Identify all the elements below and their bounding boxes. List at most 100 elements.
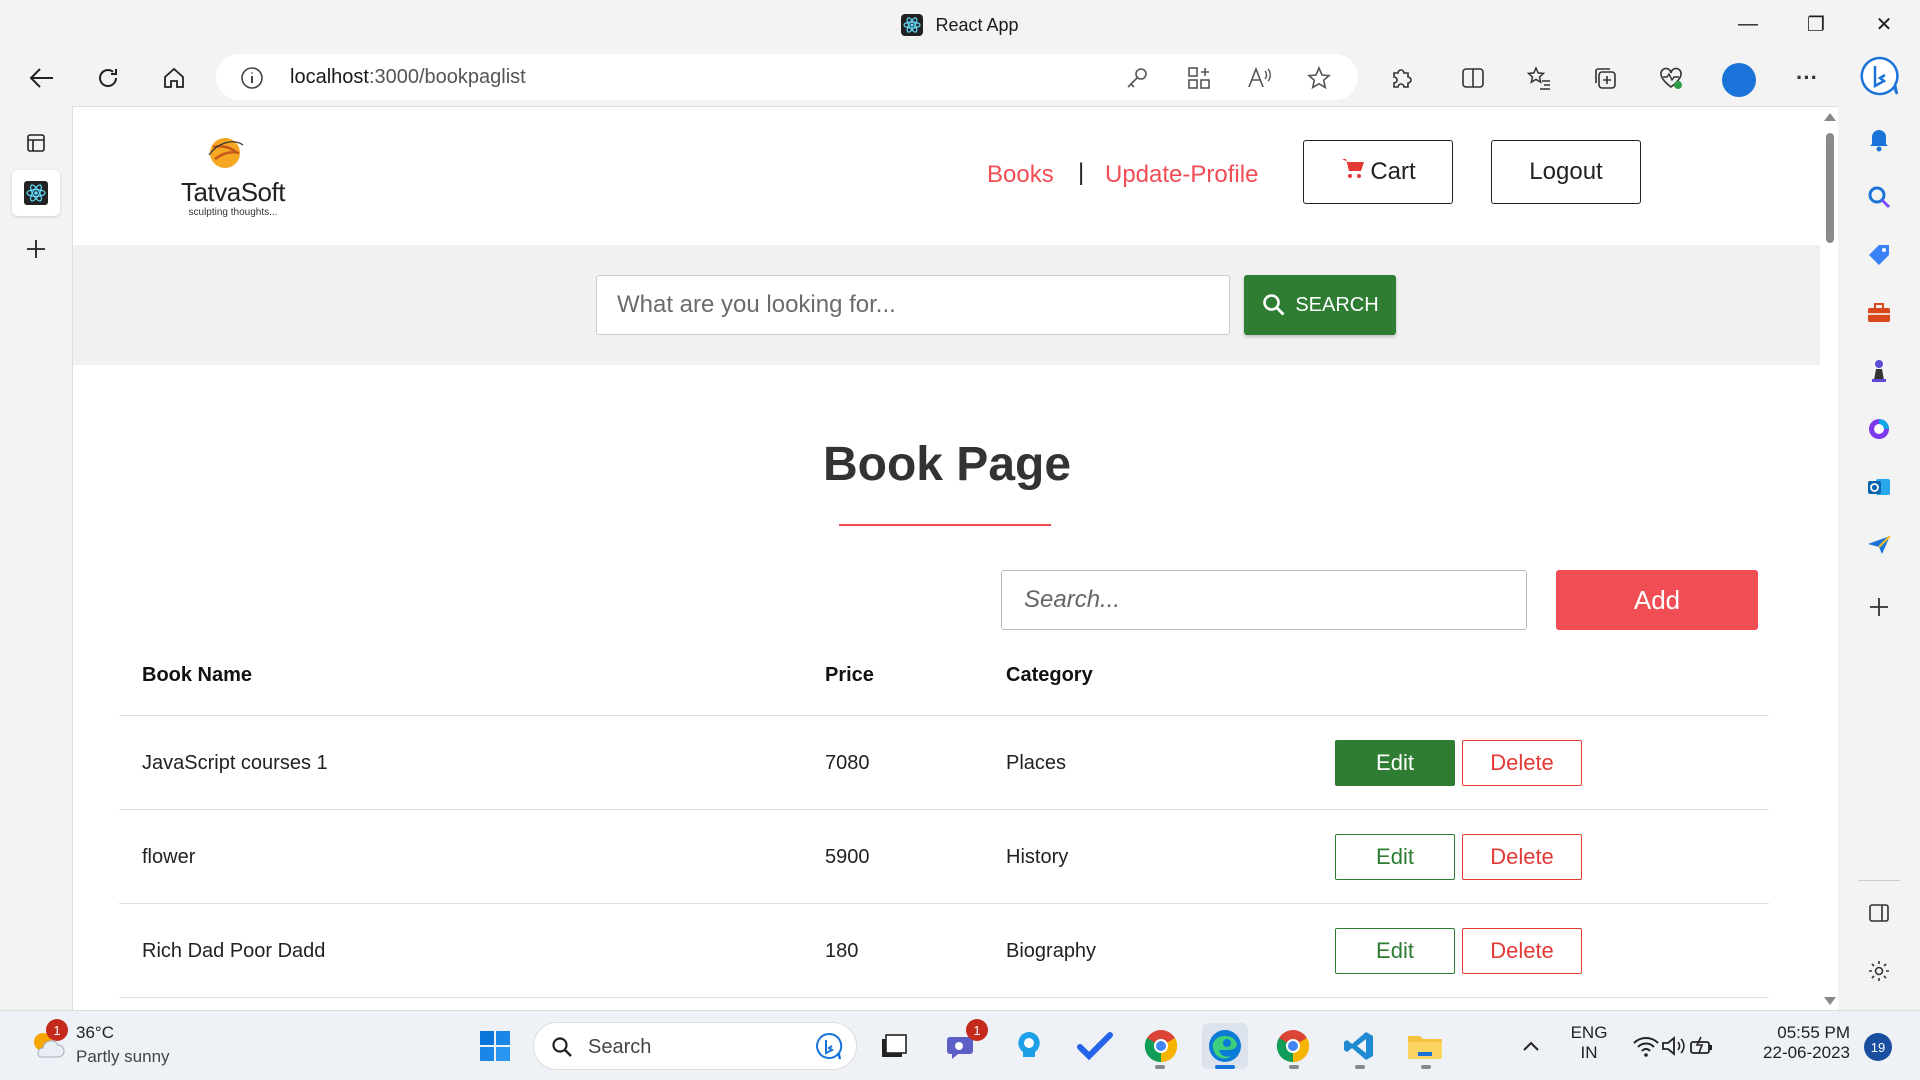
new-tab-button[interactable] (12, 226, 60, 272)
favorites-button[interactable] (1522, 60, 1556, 96)
edit-button[interactable]: Edit (1335, 834, 1455, 880)
weather-description[interactable]: Partly sunny (76, 1047, 170, 1067)
nav-link-books[interactable]: Books (987, 161, 1054, 189)
start-button[interactable] (472, 1023, 518, 1069)
task-view-button[interactable] (870, 1023, 916, 1069)
chess-piece-icon (1872, 360, 1886, 382)
logout-button[interactable]: Logout (1491, 140, 1641, 204)
password-key-icon[interactable] (1124, 65, 1150, 91)
scroll-up-arrow-icon[interactable] (1824, 113, 1836, 121)
taskbar-search[interactable]: Search (533, 1022, 857, 1070)
window-title-text: React App (935, 15, 1019, 35)
settings-more-button[interactable]: ··· (1790, 60, 1824, 96)
show-hidden-icons-button[interactable] (1508, 1023, 1554, 1069)
refresh-button[interactable] (88, 60, 128, 96)
page-scrollbar[interactable] (1820, 107, 1838, 1010)
teams-chat-button[interactable]: 1 (940, 1019, 988, 1069)
customize-sidebar-button[interactable] (1864, 956, 1894, 986)
favorites-list-icon (1526, 66, 1550, 90)
browser-essentials-button[interactable] (1654, 60, 1688, 96)
delete-button[interactable]: Delete (1462, 928, 1582, 974)
taskbar-app-tips[interactable] (1006, 1023, 1052, 1069)
add-sidebar-app-button[interactable] (1864, 592, 1894, 622)
react-logo-icon (24, 181, 48, 205)
taskbar-app-edge[interactable] (1202, 1023, 1248, 1069)
tab-actions-button[interactable] (12, 120, 60, 166)
address-bar[interactable]: localhost:3000/bookpaglist (216, 54, 1358, 100)
volume-icon (1662, 1036, 1685, 1056)
home-button[interactable] (154, 60, 194, 96)
microsoft-365-button[interactable] (1864, 414, 1894, 444)
outlook-button[interactable] (1864, 472, 1894, 502)
book-search-input[interactable]: What are you looking for... (596, 275, 1230, 335)
copilot-button[interactable] (1858, 54, 1902, 100)
minimize-button[interactable]: — (1718, 8, 1778, 40)
nav-link-update-profile[interactable]: Update-Profile (1105, 161, 1258, 189)
shopping-button[interactable] (1864, 240, 1894, 270)
delete-button[interactable]: Delete (1462, 834, 1582, 880)
profile-avatar[interactable] (1722, 63, 1756, 97)
search-button[interactable]: SEARCH (1244, 275, 1396, 335)
url-text[interactable]: localhost:3000/bookpaglist (290, 66, 526, 89)
gear-icon (1869, 961, 1889, 981)
app-available-icon[interactable] (1186, 65, 1212, 91)
tatvasoft-logo[interactable]: TatvaSoft sculpting thoughts... (163, 133, 303, 223)
language-code: ENG (1570, 1023, 1608, 1042)
taskbar-app-todo[interactable] (1072, 1023, 1118, 1069)
window-title: React App (0, 14, 1920, 36)
favorite-star-icon[interactable] (1306, 65, 1332, 91)
notifications-button[interactable] (1864, 124, 1894, 154)
taskbar-search-label: Search (588, 1036, 652, 1058)
games-button[interactable] (1864, 356, 1894, 386)
home-icon (164, 67, 184, 88)
taskbar-app-file-explorer[interactable] (1402, 1023, 1448, 1069)
taskbar-app-chrome-2[interactable] (1270, 1023, 1316, 1069)
nav-separator: | (1078, 159, 1085, 186)
close-window-button[interactable]: ✕ (1854, 8, 1914, 40)
collections-button[interactable] (1588, 60, 1622, 96)
logo-globe-icon (208, 138, 244, 168)
maximize-button[interactable]: ❐ (1786, 8, 1846, 40)
hide-sidebar-button[interactable] (1864, 898, 1894, 928)
delete-button[interactable]: Delete (1462, 740, 1582, 786)
edit-button[interactable]: Edit (1335, 928, 1455, 974)
window-title-bar: React App — ❐ ✕ (0, 0, 1920, 50)
cart-button[interactable]: Cart (1303, 140, 1453, 204)
table-divider (119, 903, 1769, 904)
column-header-category: Category (1006, 664, 1093, 686)
back-arrow-icon (29, 68, 53, 88)
language-indicator[interactable]: ENG IN (1564, 1023, 1614, 1063)
taskbar-app-vscode[interactable] (1336, 1023, 1382, 1069)
windows-taskbar: 1 36°C Partly sunny Search 1 ENG IN 05:5… (0, 1010, 1920, 1080)
taskbar-app-chrome[interactable] (1138, 1023, 1184, 1069)
table-cell-category: Biography (1006, 940, 1097, 962)
tools-button[interactable] (1864, 298, 1894, 328)
maximize-icon: ❐ (1807, 13, 1825, 36)
chrome-icon (1276, 1030, 1310, 1063)
site-info-icon[interactable] (240, 66, 264, 90)
tab-react-app[interactable] (12, 170, 60, 216)
edit-button[interactable]: Edit (1335, 740, 1455, 786)
edge-sidebar (1838, 106, 1920, 1010)
add-book-button[interactable]: Add (1556, 570, 1758, 630)
scrollbar-thumb[interactable] (1826, 133, 1834, 243)
site-header: TatvaSoft sculpting thoughts... Books | … (73, 107, 1821, 245)
clock[interactable]: 05:55 PM 22-06-2023 (1740, 1023, 1850, 1063)
back-button[interactable] (22, 60, 62, 96)
tab-panel-icon (27, 134, 45, 152)
quick-settings-button[interactable] (1620, 1023, 1728, 1069)
sidebar-search-button[interactable] (1864, 182, 1894, 212)
drop-button[interactable] (1864, 530, 1894, 560)
split-screen-button[interactable] (1456, 60, 1490, 96)
notification-center-button[interactable]: 19 (1864, 1033, 1892, 1061)
extensions-button[interactable] (1384, 60, 1418, 96)
chrome-icon (1144, 1030, 1178, 1063)
read-aloud-icon[interactable] (1246, 65, 1272, 91)
teams-badge: 1 (966, 1019, 988, 1041)
scroll-down-arrow-icon[interactable] (1824, 997, 1836, 1005)
weather-badge: 1 (46, 1019, 68, 1041)
url-host: localhost (290, 66, 369, 88)
sidebar-toggle-icon (1869, 904, 1889, 922)
weather-temperature[interactable]: 36°C (76, 1023, 114, 1043)
table-search-input[interactable]: Search... (1001, 570, 1527, 630)
